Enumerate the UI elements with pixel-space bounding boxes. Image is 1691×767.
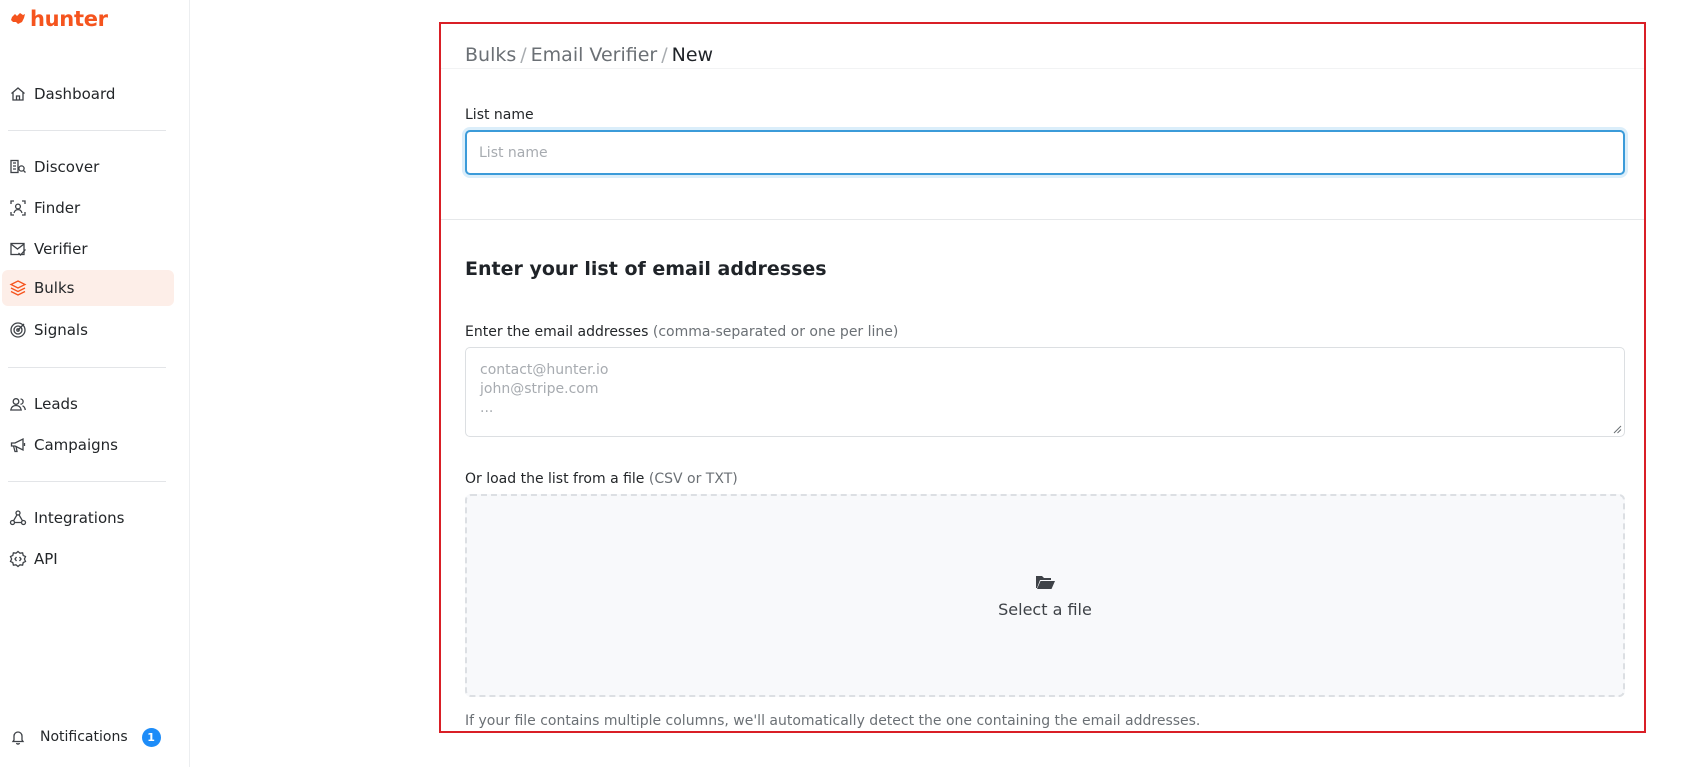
sidebar-item-integrations[interactable]: Integrations — [2, 500, 174, 536]
breadcrumb-separator: / — [661, 44, 668, 66]
sidebar-item-label: Bulks — [34, 279, 75, 297]
notifications-button[interactable]: Notifications 1 — [8, 723, 161, 751]
integrations-icon — [8, 508, 28, 528]
breadcrumb-link-email-verifier[interactable]: Email Verifier — [531, 44, 658, 66]
sidebar-item-verifier[interactable]: Verifier — [2, 231, 174, 267]
file-upload-label: Or load the list from a file (CSV or TXT… — [465, 471, 738, 487]
file-helper-text: If your file contains multiple columns, … — [465, 713, 1201, 729]
hunter-logo-icon — [11, 13, 25, 24]
file-dropzone[interactable]: Select a file — [465, 494, 1625, 697]
sidebar-item-dashboard[interactable]: Dashboard — [2, 76, 174, 112]
sidebar-item-label: Verifier — [34, 240, 88, 258]
sidebar-item-label: Campaigns — [34, 436, 119, 454]
sidebar-item-signals[interactable]: Signals — [2, 312, 174, 348]
email-addresses-label-text: Enter the email addresses — [465, 324, 649, 340]
sidebar-item-label: Leads — [34, 395, 78, 413]
layers-icon — [8, 278, 28, 298]
file-upload-hint: (CSV or TXT) — [648, 471, 738, 487]
email-addresses-hint: (comma-separated or one per line) — [652, 324, 899, 340]
sidebar-item-api[interactable]: API — [2, 541, 174, 577]
sidebar-item-label: Integrations — [34, 509, 125, 527]
sidebar-item-label: API — [34, 550, 58, 568]
list-name-input[interactable] — [465, 130, 1625, 175]
select-file-label: Select a file — [998, 600, 1092, 619]
home-icon — [8, 84, 28, 104]
folder-open-icon — [1036, 576, 1055, 589]
verifier-icon — [8, 239, 28, 259]
api-gear-icon — [8, 549, 28, 569]
sidebar-item-label: Dashboard — [34, 85, 116, 103]
sidebar-item-finder[interactable]: Finder — [2, 190, 174, 226]
breadcrumb: Bulks / Email Verifier / New — [465, 44, 713, 66]
bell-icon — [8, 727, 28, 747]
section-divider — [441, 219, 1644, 220]
breadcrumb-separator: / — [520, 44, 527, 66]
resize-handle-icon[interactable] — [1612, 424, 1622, 434]
sidebar-item-label: Finder — [34, 199, 81, 217]
breadcrumb-current: New — [671, 44, 714, 66]
users-icon — [8, 394, 28, 414]
sidebar-item-leads[interactable]: Leads — [2, 386, 174, 422]
sidebar-item-label: Signals — [34, 321, 88, 339]
sidebar-item-bulks[interactable]: Bulks — [2, 270, 174, 306]
sidebar-divider — [8, 130, 166, 131]
sidebar: hunter Dashboard Discover Finder Verifie… — [0, 0, 190, 767]
finder-icon — [8, 198, 28, 218]
sidebar-item-label: Discover — [34, 158, 100, 176]
notifications-label: Notifications — [40, 729, 128, 745]
email-addresses-label: Enter the email addresses (comma-separat… — [465, 324, 898, 340]
email-addresses-textarea[interactable] — [466, 348, 1624, 436]
email-addresses-field — [465, 347, 1625, 437]
sidebar-divider — [8, 481, 166, 482]
hunter-logo[interactable]: hunter — [10, 8, 108, 30]
brand-name: hunter — [30, 7, 108, 31]
new-bulk-verifier-panel: Bulks/Email Verifier/New List name Enter… — [439, 22, 1646, 733]
breadcrumb-link-bulks[interactable]: Bulks — [465, 44, 516, 66]
sidebar-divider — [8, 367, 166, 368]
sidebar-item-discover[interactable]: Discover — [2, 149, 174, 185]
signals-icon — [8, 320, 28, 340]
notifications-count-badge: 1 — [141, 727, 161, 747]
megaphone-icon — [8, 435, 28, 455]
section-title: Enter your list of email addresses — [465, 258, 827, 280]
file-upload-label-text: Or load the list from a file — [465, 471, 645, 487]
discover-icon — [8, 157, 28, 177]
list-name-label: List name — [465, 107, 534, 123]
header-divider — [441, 68, 1644, 69]
sidebar-item-campaigns[interactable]: Campaigns — [2, 427, 174, 463]
